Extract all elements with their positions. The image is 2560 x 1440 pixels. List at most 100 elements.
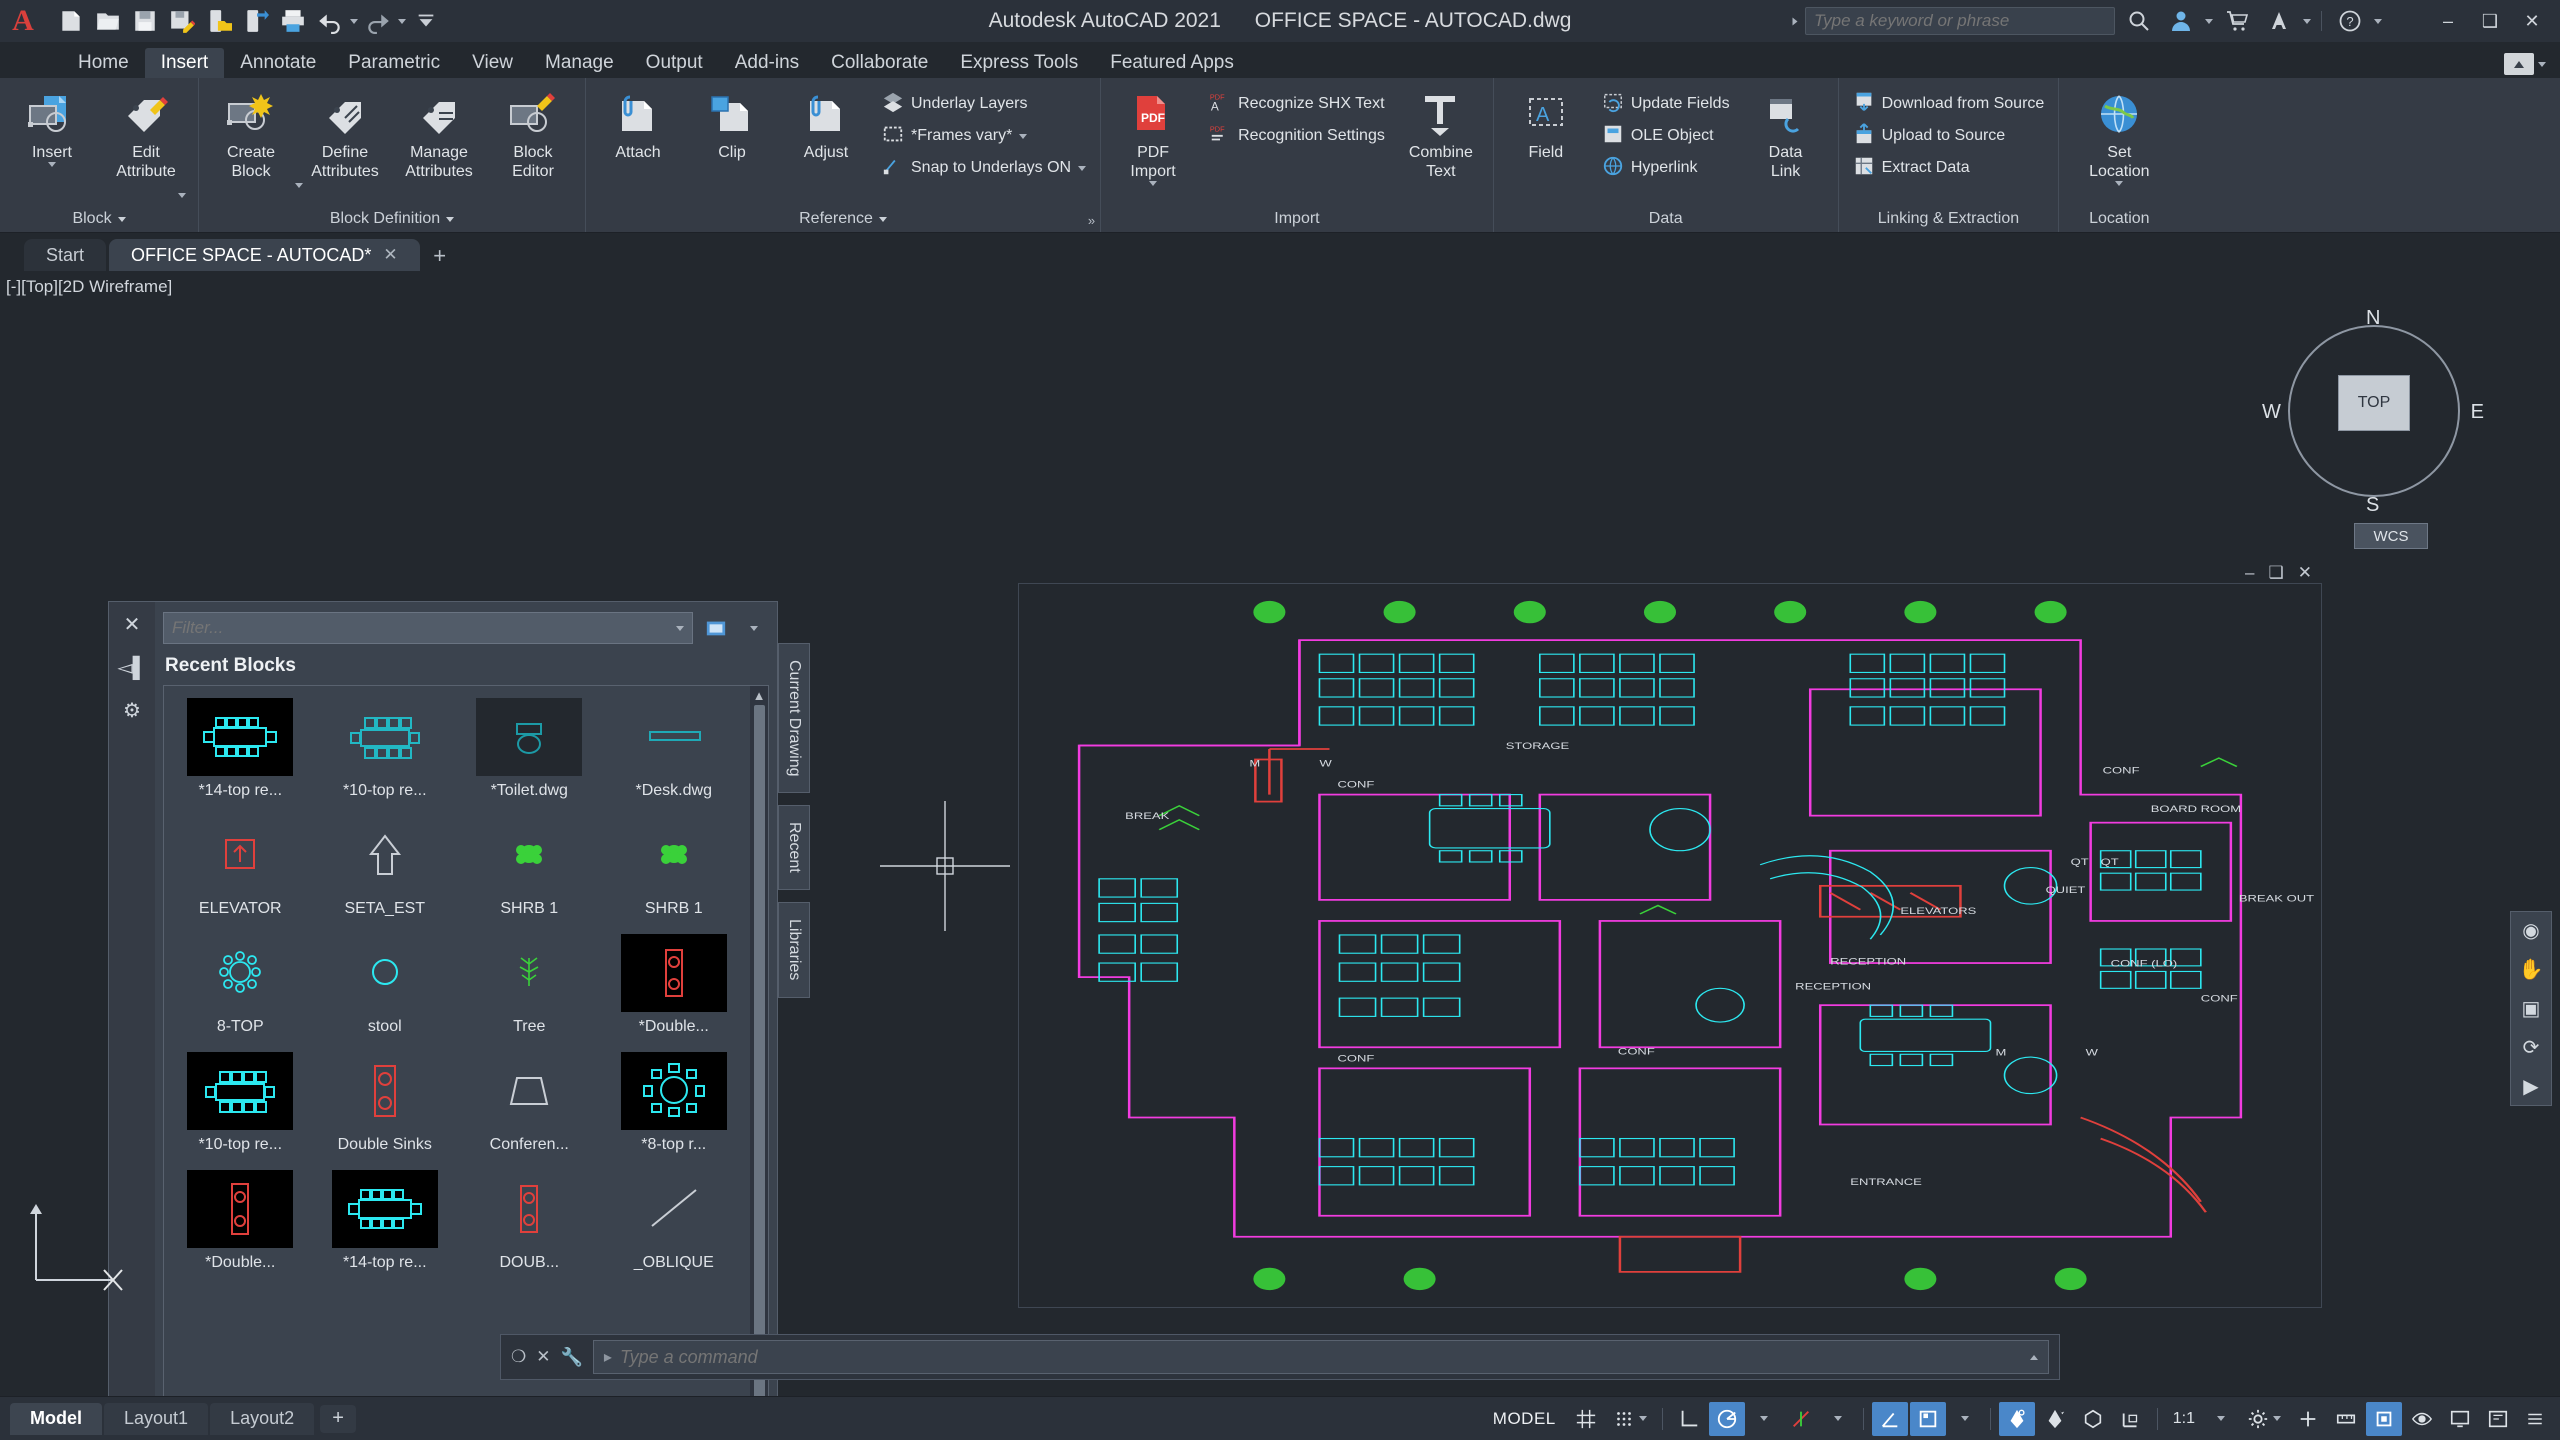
add-layout-button[interactable]: + [320,1404,357,1433]
palette-scrollbar[interactable]: ▲ ▼ [750,686,768,1396]
pdf-import-dropdown-icon[interactable] [1149,181,1158,186]
redo-dropdown-icon[interactable] [398,18,406,24]
ribbon-display-chevron-icon[interactable] [2538,61,2546,67]
filter-chevron-down-icon[interactable] [676,625,684,631]
options-chevron-icon[interactable] [739,613,769,643]
define-attributes-button[interactable]: Define Attributes [299,86,391,185]
block-item[interactable]: stool [313,928,458,1046]
underlay-layers-button[interactable]: Underlay Layers [874,88,1094,120]
file-tab-office-space[interactable]: OFFICE SPACE - AUTOCAD* ✕ [109,239,420,271]
annotation-scale-chevron-button[interactable] [2204,1402,2238,1436]
insert-button[interactable]: Insert [6,86,98,171]
save-as-icon[interactable] [165,4,199,38]
filter-field[interactable] [172,618,676,638]
create-block-dropdown-icon[interactable] [295,183,303,188]
dynamic-ucs-toggle[interactable] [2113,1402,2149,1436]
close-icon[interactable]: ✕ [2514,6,2550,36]
lineweight-toggle[interactable] [1909,1401,1946,1436]
field-button[interactable]: A Field [1500,86,1592,166]
block-item[interactable]: Tree [457,928,602,1046]
view-cube-top-face[interactable]: TOP [2338,375,2410,431]
help-chevron-icon[interactable] [2374,18,2382,24]
block-item[interactable]: *14-top re... [313,1164,458,1282]
steering-wheel-icon[interactable]: ◉ [2522,918,2539,943]
block-item[interactable]: *Double... [602,928,747,1046]
selection-cycling-toggle[interactable] [2037,1402,2073,1436]
ole-object-button[interactable]: OLE Object [1594,120,1738,152]
search-input[interactable] [1805,7,2115,35]
open-block-library-icon[interactable] [701,613,731,643]
filter-input[interactable] [163,612,693,644]
block-item[interactable]: *10-top re... [313,692,458,810]
block-item[interactable]: *Double... [168,1164,313,1282]
view-cube[interactable]: TOP N E S W [2262,307,2484,516]
tab-recent[interactable]: Recent [778,805,810,891]
block-item[interactable]: 8-TOP [168,928,313,1046]
snap-underlays-chevron-icon[interactable] [1078,165,1087,171]
customization-button[interactable] [2518,1402,2552,1436]
edit-attribute-button[interactable]: Edit Attribute [100,86,192,185]
tab-collaborate[interactable]: Collaborate [815,48,944,78]
minimize-icon[interactable]: – [2430,6,2466,36]
block-item[interactable]: SHRB 1 [457,810,602,928]
search-expand-chevron-icon[interactable] [1792,17,1798,25]
block-item[interactable]: DOUB... [457,1164,602,1282]
customize-qat-chevron-down-icon[interactable] [409,4,443,38]
close-icon[interactable]: ✕ [383,245,397,265]
block-item[interactable]: _OBLIQUE [602,1164,747,1282]
set-location-button[interactable]: Set Location [2065,86,2173,190]
block-item[interactable]: *14-top re... [168,692,313,810]
view-cube-south-label[interactable]: S [2366,494,2379,517]
save-to-web-icon[interactable] [239,4,273,38]
new-file-tab-button[interactable]: + [423,241,457,271]
block-item[interactable]: ELEVATOR [168,810,313,928]
workspace-chevron-icon[interactable] [2273,1416,2281,1421]
model-space-toggle[interactable]: MODEL [1483,1409,1566,1429]
recognition-settings-button[interactable]: PDF Recognition Settings [1201,120,1393,152]
data-link-button[interactable]: Data Link [1740,86,1832,185]
annotation-scale-chevron-icon[interactable] [2217,1416,2225,1421]
view-cube-north-label[interactable]: N [2366,307,2380,330]
frames-vary-button[interactable]: *Frames vary* [874,120,1094,152]
blocks-palette[interactable]: ✕ ◅▌ ⚙ BLOCKS Re [108,601,778,1396]
close-icon[interactable]: ✕ [536,1347,550,1367]
panel-title-block[interactable]: Block [6,206,192,232]
scroll-up-icon[interactable]: ▲ [753,688,766,703]
tab-annotate[interactable]: Annotate [224,48,332,78]
restore-icon[interactable]: ❑ [2472,6,2508,36]
attach-button[interactable]: Attach [592,86,684,166]
create-block-button[interactable]: Create Block [205,86,297,185]
tab-express-tools[interactable]: Express Tools [944,48,1094,78]
share-icon[interactable] [2261,6,2297,36]
polar-tracking-toggle[interactable] [1708,1401,1745,1436]
view-cube-west-label[interactable]: W [2262,401,2281,424]
tab-home[interactable]: Home [62,48,145,78]
transparency-toggle[interactable] [1998,1401,2035,1436]
units-toggle[interactable] [2328,1402,2364,1436]
search-field[interactable] [1814,11,2106,31]
command-line[interactable]: ❍ ✕ 🔧 ▸ [500,1334,2060,1380]
lineweight-chevron-button[interactable] [1948,1402,1982,1436]
block-editor-button[interactable]: Block Editor [487,86,579,185]
block-item[interactable]: Double Sinks [313,1046,458,1164]
adjust-button[interactable]: Adjust [780,86,872,166]
autocad-logo-icon[interactable]: A [0,0,46,42]
combine-text-button[interactable]: Combine Text [1395,86,1487,185]
snap-to-underlays-button[interactable]: Snap to Underlays ON [874,152,1094,184]
zoom-extents-icon[interactable]: ▣ [2522,996,2541,1021]
tab-libraries[interactable]: Libraries [778,902,810,998]
lineweight-chevron-icon[interactable] [1960,1416,1969,1421]
close-icon[interactable]: ✕ [2298,563,2312,583]
orbit-icon[interactable]: ⟳ [2523,1035,2540,1060]
graphics-performance-toggle[interactable] [2442,1402,2478,1436]
grid-display-toggle[interactable] [1568,1402,1604,1436]
tab-output[interactable]: Output [630,48,719,78]
customize-wrench-icon[interactable]: 🔧 [561,1347,583,1368]
share-chevron-icon[interactable] [2303,18,2311,24]
block-item[interactable]: *10-top re... [168,1046,313,1164]
manage-attributes-button[interactable]: Manage Attributes [393,86,485,185]
tab-parametric[interactable]: Parametric [332,48,456,78]
update-fields-button[interactable]: Update Fields [1594,88,1738,120]
workspace-switching-toggle[interactable] [2240,1402,2288,1436]
scrollbar-thumb[interactable] [753,705,765,1396]
